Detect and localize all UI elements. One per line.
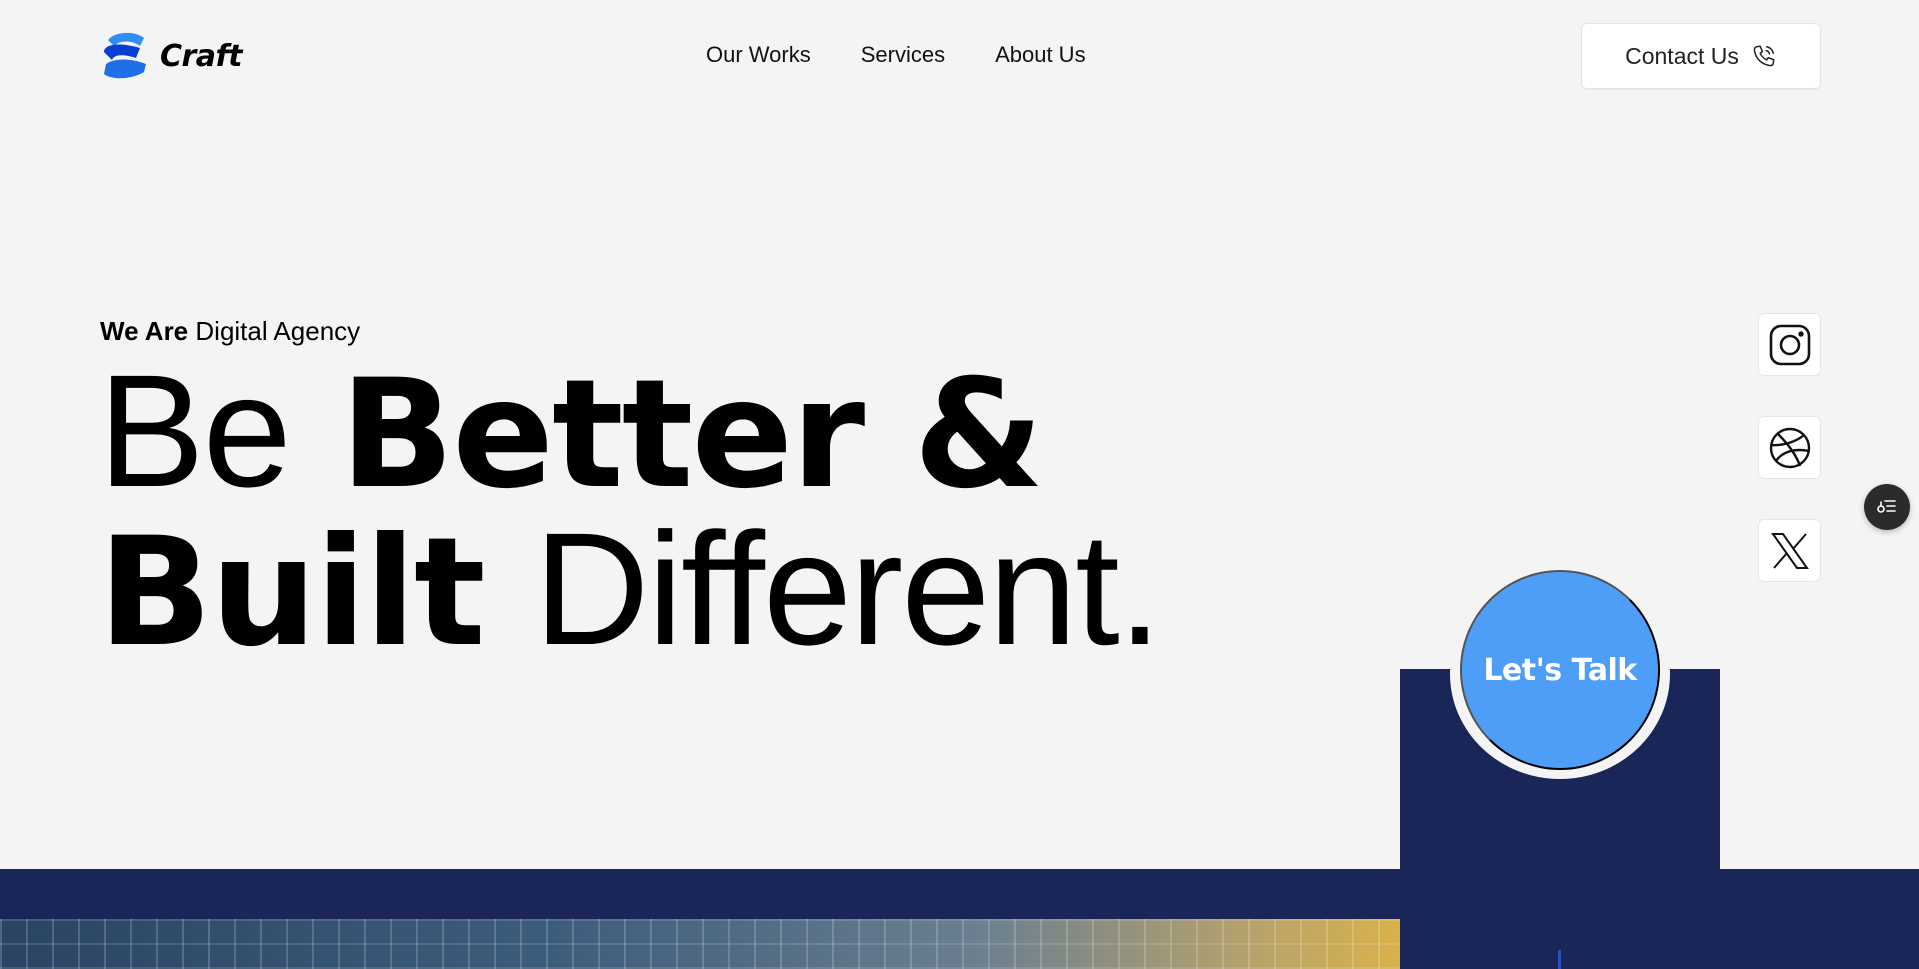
hero-word-be: Be <box>98 341 292 520</box>
logo[interactable]: Craft <box>100 30 242 82</box>
hero-word-better: Better & <box>339 348 1044 522</box>
building-facade <box>0 919 1400 969</box>
accessibility-toggle[interactable] <box>1864 484 1910 530</box>
dribbble-icon <box>1769 427 1810 468</box>
logo-icon <box>104 32 146 79</box>
logo-text: Craft <box>160 38 242 74</box>
hero-title: Be Better & Built Different. <box>98 351 1162 673</box>
hero-word-built: Built <box>98 506 486 680</box>
contact-us-label: Contact Us <box>1625 42 1739 69</box>
x-link[interactable] <box>1758 519 1821 582</box>
nav-services[interactable]: Services <box>861 42 945 68</box>
hero-image <box>0 919 1400 969</box>
x-icon <box>1770 532 1809 569</box>
hero-line-2: Built Different. <box>98 509 1162 673</box>
settings-list-icon <box>1877 500 1896 513</box>
lets-talk-button[interactable]: Let's Talk <box>1460 570 1660 770</box>
talk-divider <box>1558 950 1561 969</box>
dribbble-link[interactable] <box>1758 416 1821 479</box>
hero-word-different: Different. <box>533 499 1162 678</box>
nav-about-us[interactable]: About Us <box>995 42 1086 68</box>
instagram-link[interactable] <box>1758 313 1821 376</box>
main-nav: Our Works Services About Us <box>706 42 1086 68</box>
instagram-icon <box>1769 324 1810 365</box>
phone-icon <box>1753 45 1775 67</box>
hero-line-1: Be Better & <box>98 351 1160 515</box>
contact-us-button[interactable]: Contact Us <box>1581 23 1821 89</box>
site-header: Craft Our Works Services About Us Contac… <box>0 0 1919 112</box>
nav-our-works[interactable]: Our Works <box>706 42 811 68</box>
